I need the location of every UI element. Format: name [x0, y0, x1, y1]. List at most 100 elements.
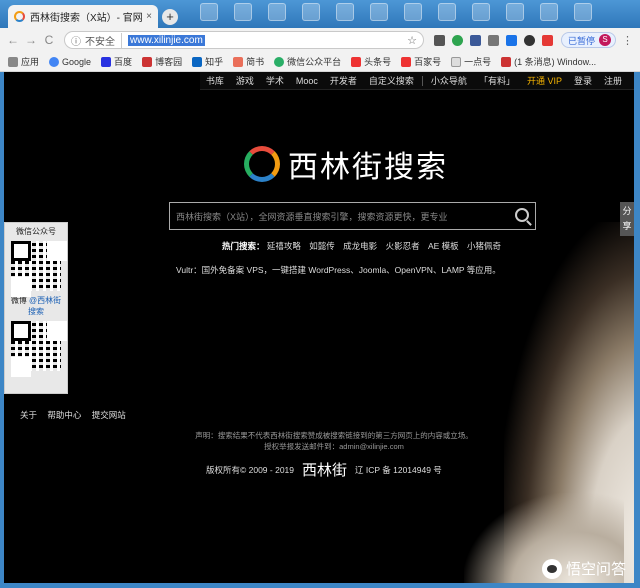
about-link[interactable]: 关于	[20, 410, 37, 420]
zhihu-icon	[192, 56, 203, 67]
wukong-logo-icon	[541, 558, 562, 579]
bookmark-item-baijia[interactable]: 百家号	[401, 55, 441, 68]
bookmark-label: (1 条消息) Window...	[514, 57, 597, 67]
browser-toolbar: ← → C ⓘ 不安全 www.xilinjie.com ☆ 已暂停 S ⋮	[0, 28, 640, 52]
extension-icon[interactable]	[524, 34, 535, 46]
bookmarks-bar: 应用 Google 百度 博客园 知乎 简书 微信公众平台 头条号 百家号 一点…	[0, 52, 640, 72]
bookmark-label: 博客园	[155, 57, 183, 67]
report-email-line: 授权举报发送邮件到：admin@xilinjie.com	[264, 442, 404, 451]
bookmark-item-zhihu[interactable]: 知乎	[192, 55, 223, 68]
baijia-icon	[401, 56, 412, 67]
nav-link-academic[interactable]: 学术	[266, 74, 284, 87]
site-logo: 西林街搜索	[244, 142, 448, 186]
reload-button[interactable]: C	[42, 33, 56, 47]
back-button[interactable]: ←	[6, 33, 20, 47]
hot-search-item[interactable]: 延禧攻略	[267, 241, 301, 251]
submit-site-link[interactable]: 提交网站	[92, 410, 126, 420]
site-favicon-icon	[14, 11, 25, 22]
extension-icon[interactable]	[542, 34, 553, 46]
bookmark-item-wechat[interactable]: 微信公众平台	[274, 55, 341, 68]
nav-link-vip[interactable]: 开通 VIP	[527, 74, 562, 87]
nav-link-custom-search[interactable]: 自定义搜索	[369, 74, 414, 87]
extensions-area	[434, 34, 553, 46]
icp-license[interactable]: 辽 ICP 备 12014949 号	[355, 464, 442, 476]
window-frame-bottom	[0, 583, 640, 588]
bookmark-label: 应用	[21, 57, 40, 67]
bookmark-label: 一点号	[464, 57, 492, 67]
csdn-icon	[501, 56, 512, 67]
copyright-row: 版权所有© 2009 - 2019 西林街 辽 ICP 备 12014949 号	[206, 459, 442, 480]
extension-icon[interactable]	[434, 34, 445, 46]
nav-divider	[421, 75, 423, 86]
page-icon	[451, 56, 462, 67]
weibo-link-cont[interactable]: 搜索	[5, 306, 67, 317]
disclaimer-line: 声明：搜索结果不代表西林街搜索赞成被搜索链接到的第三方网页上的内容或立场。	[195, 431, 473, 440]
top-nav: 书库 游戏 学术 Mooc 开发者 自定义搜索 小众导航 「有料」 开通 VIP…	[199, 72, 634, 90]
address-bar[interactable]: ⓘ 不安全 www.xilinjie.com ☆	[64, 31, 424, 49]
weibo-line: 微博 @西林街	[5, 295, 67, 306]
nav-link-books[interactable]: 书库	[206, 74, 224, 87]
bookmark-item-apps[interactable]: 应用	[8, 55, 39, 68]
web-page: 书库 游戏 学术 Mooc 开发者 自定义搜索 小众导航 「有料」 开通 VIP…	[4, 72, 634, 583]
bookmark-item-jianshu[interactable]: 简书	[233, 55, 264, 68]
search-box[interactable]: 西林街搜索（X站），全网资源垂直搜索引擎，搜索资源更快，更专业	[169, 202, 536, 230]
desktop-icon	[540, 3, 558, 21]
weibo-link[interactable]: @西林街	[29, 296, 61, 305]
wechat-qr-code	[11, 241, 61, 291]
bookmark-item-cnblogs[interactable]: 博客园	[142, 55, 182, 68]
nav-link-youliao[interactable]: 「有料」	[479, 74, 515, 87]
search-input[interactable]: 西林街搜索（X站），全网资源垂直搜索引擎，搜索资源更快，更专业	[176, 210, 448, 223]
nav-link-games[interactable]: 游戏	[236, 74, 254, 87]
bookmark-item-window[interactable]: (1 条消息) Window...	[501, 55, 596, 68]
nav-link-login[interactable]: 登录	[574, 74, 592, 87]
bookmark-item-baidu[interactable]: 百度	[101, 55, 132, 68]
bookmark-item-yidian[interactable]: 一点号	[451, 55, 491, 68]
disclaimer: 声明：搜索结果不代表西林街搜索赞成被搜索链接到的第三方网页上的内容或立场。 授权…	[184, 430, 484, 452]
hot-search-item[interactable]: AE 模板	[428, 241, 459, 251]
hot-searches: 热门搜索： 延禧攻略 如懿传 成龙电影 火影忍者 AE 模板 小猪佩奇	[222, 240, 507, 252]
bookmark-label: 简书	[246, 57, 265, 67]
hot-search-label: 热门搜索：	[222, 241, 265, 251]
share-button[interactable]: 分享	[620, 202, 634, 236]
logo-ring-icon	[244, 146, 280, 182]
bookmark-label: 微信公众平台	[287, 57, 342, 67]
close-tab-icon[interactable]: ×	[146, 11, 152, 22]
extension-icon[interactable]	[506, 34, 517, 46]
vultr-promo-link[interactable]: Vultr：国外免备案 VPS，一键搭建 WordPress、Joomla、Op…	[176, 264, 501, 276]
bookmark-star-icon[interactable]: ☆	[407, 34, 417, 47]
hot-search-item[interactable]: 成龙电影	[343, 241, 377, 251]
profile-paused-button[interactable]: 已暂停 S	[561, 32, 617, 48]
bookmark-item-toutiao[interactable]: 头条号	[351, 55, 391, 68]
url-text[interactable]: www.xilinjie.com	[128, 34, 205, 46]
footer-brand-logo: 西林街	[302, 461, 348, 479]
bookmark-label: 百度	[114, 57, 133, 67]
bookmark-item-google[interactable]: Google	[49, 56, 92, 67]
nav-link-developer[interactable]: 开发者	[330, 74, 357, 87]
nav-link-mooc[interactable]: Mooc	[296, 76, 318, 86]
hot-search-item[interactable]: 火影忍者	[386, 241, 420, 251]
new-tab-button[interactable]: +	[162, 9, 178, 25]
desktop-icon	[472, 3, 490, 21]
browser-menu-icon[interactable]: ⋮	[622, 34, 633, 47]
info-icon[interactable]: ⓘ	[71, 33, 81, 48]
bookmark-label: Google	[62, 56, 92, 67]
paused-label: 已暂停	[568, 35, 596, 46]
nav-link-register[interactable]: 注册	[604, 74, 622, 87]
search-icon[interactable]	[515, 208, 529, 222]
hot-search-item[interactable]: 如懿传	[309, 241, 335, 251]
toutiao-icon	[351, 56, 362, 67]
browser-window: 西林街搜索（X站）- 官网 × + ← → C ⓘ 不安全 www.xilinj…	[0, 0, 640, 588]
desktop-icon	[268, 3, 286, 21]
google-icon	[49, 56, 60, 67]
copyright-text: 版权所有© 2009 - 2019	[206, 464, 294, 475]
extension-icon[interactable]	[470, 34, 481, 46]
nav-link-niche[interactable]: 小众导航	[431, 74, 467, 87]
help-center-link[interactable]: 帮助中心	[47, 410, 81, 420]
window-frame-left	[0, 72, 4, 588]
forward-button[interactable]: →	[24, 33, 38, 47]
browser-tab[interactable]: 西林街搜索（X站）- 官网 ×	[8, 5, 158, 28]
extension-icon[interactable]	[488, 34, 499, 46]
desktop-icon	[370, 3, 388, 21]
hot-search-item[interactable]: 小猪佩奇	[467, 241, 501, 251]
extension-icon[interactable]	[452, 34, 463, 46]
